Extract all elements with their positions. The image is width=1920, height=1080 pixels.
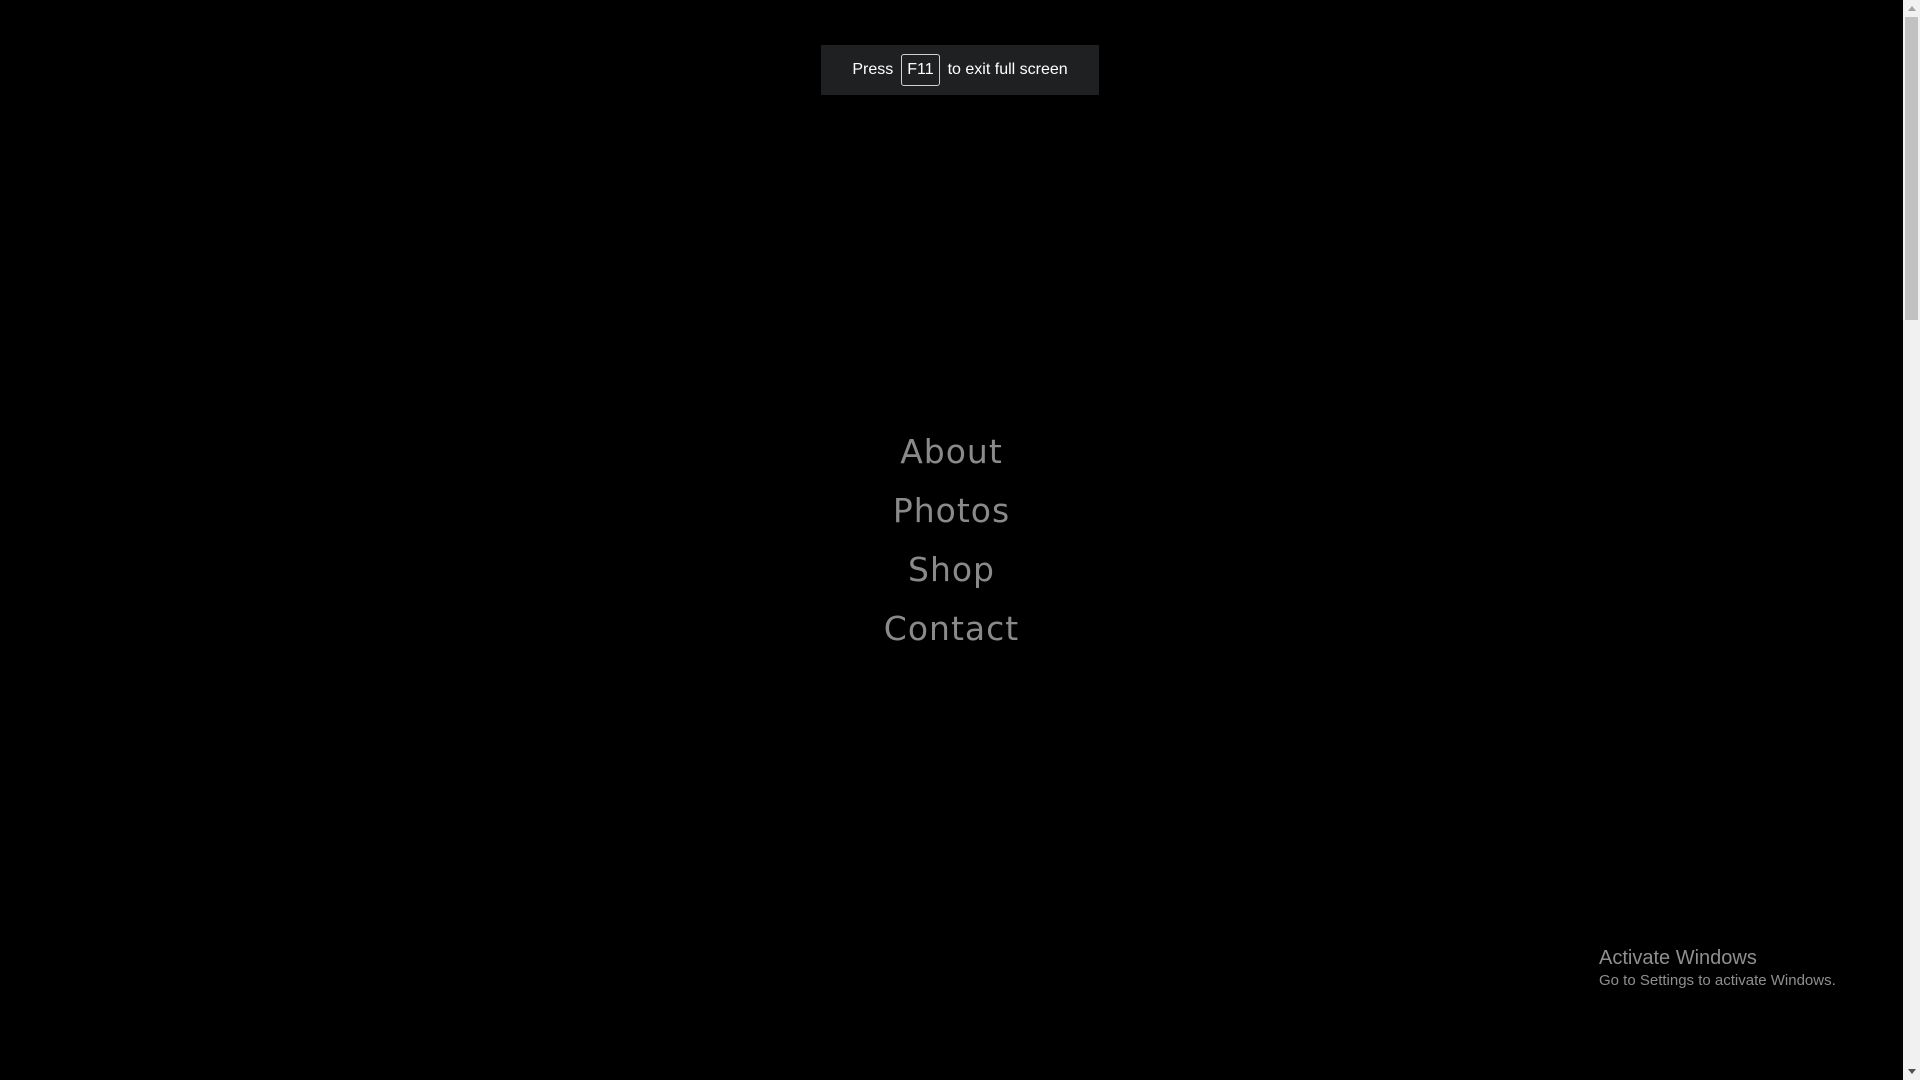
toast-prefix: Press xyxy=(852,61,894,78)
scroll-down-button[interactable] xyxy=(1903,1063,1920,1080)
vertical-scrollbar[interactable] xyxy=(1903,0,1920,1080)
main-menu: About Photos Shop Contact xyxy=(0,422,1903,658)
toast-suffix: to exit full screen xyxy=(947,61,1068,78)
watermark-title: Activate Windows xyxy=(1599,947,1757,969)
scrollbar-thumb[interactable] xyxy=(1905,17,1918,320)
f11-key-badge: F11 xyxy=(901,54,940,86)
menu-item-contact[interactable]: Contact xyxy=(884,599,1019,658)
watermark-subtitle: Go to Settings to activate Windows. xyxy=(1599,972,1836,989)
menu-item-shop[interactable]: Shop xyxy=(908,540,995,599)
menu-item-about[interactable]: About xyxy=(900,422,1003,481)
activate-windows-watermark: Activate Windows Go to Settings to activ… xyxy=(1599,945,1836,991)
menu-item-photos[interactable]: Photos xyxy=(893,481,1010,540)
fullscreen-exit-toast: Press F11 to exit full screen xyxy=(821,45,1099,95)
scroll-up-button[interactable] xyxy=(1903,0,1920,17)
arrow-down-icon xyxy=(1907,1069,1916,1074)
arrow-up-icon xyxy=(1907,6,1916,11)
